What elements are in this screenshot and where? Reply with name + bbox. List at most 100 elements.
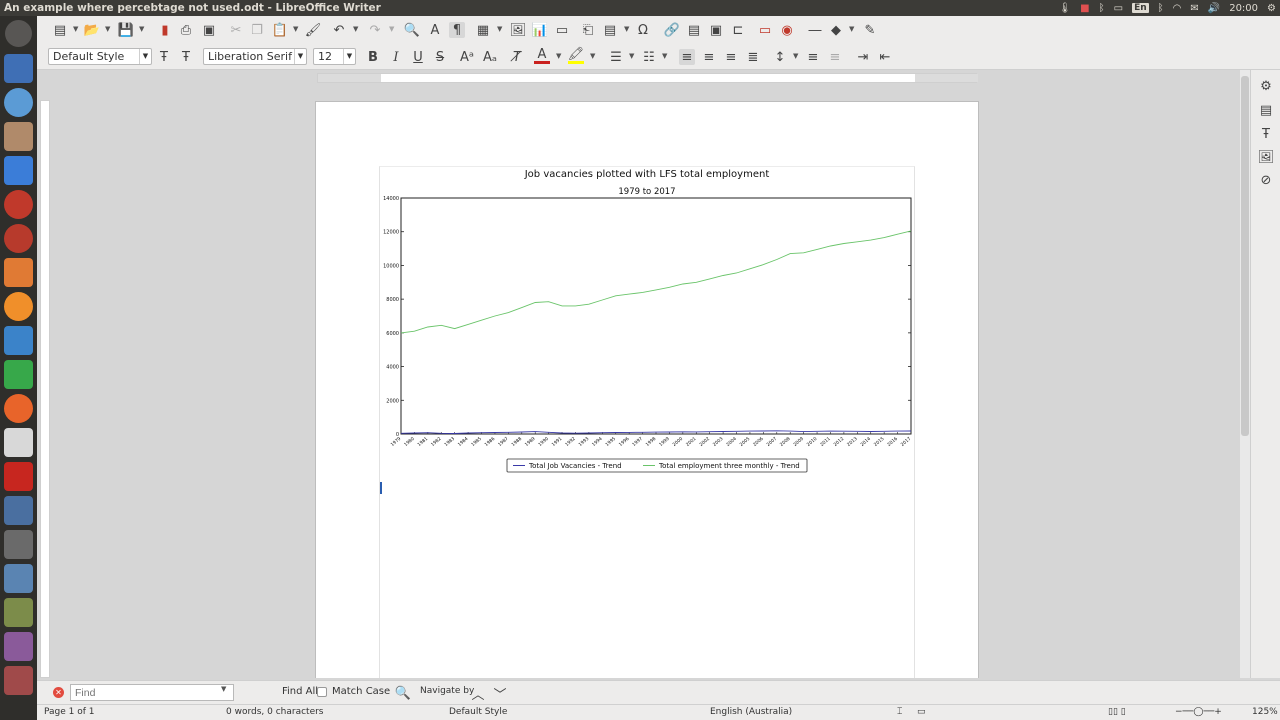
find-replace-icon[interactable]: 🔍 xyxy=(404,22,420,38)
scrollbar-thumb[interactable] xyxy=(1241,76,1249,436)
chevron-down-icon[interactable]: ▼ xyxy=(294,49,306,64)
dash-home-icon[interactable] xyxy=(5,20,32,47)
align-right-icon[interactable]: ≡ xyxy=(723,49,739,65)
properties-icon[interactable]: ▤ xyxy=(1258,102,1274,118)
paste-icon[interactable]: 📋 xyxy=(272,22,288,38)
document-page[interactable]: Job vacancies plotted with LFS total emp… xyxy=(315,101,979,678)
styles-icon[interactable]: Ŧ xyxy=(1258,126,1274,142)
copy-icon[interactable]: ❐ xyxy=(249,22,265,38)
clock[interactable]: 20:00 xyxy=(1229,3,1258,14)
insert-line-icon[interactable]: ― xyxy=(807,22,823,38)
blender-icon[interactable] xyxy=(4,292,33,321)
print-icon[interactable]: ⎙ xyxy=(178,22,194,38)
zoom-slider[interactable]: −──◯──+ xyxy=(1175,707,1222,717)
superscript-icon[interactable]: Aᵃ xyxy=(459,49,475,65)
thermometer-icon[interactable]: 🌡 xyxy=(1058,3,1071,14)
document-modified-icon[interactable]: ▭ xyxy=(917,707,926,717)
font-size-combo[interactable]: 12 ▼ xyxy=(313,48,356,65)
insert-textbox-icon[interactable]: ▭ xyxy=(554,22,570,38)
bluetooth-status-icon[interactable]: ᛒ xyxy=(1158,3,1164,14)
clone-formatting-icon[interactable]: 🖌 xyxy=(305,22,322,38)
track-changes-icon[interactable]: ◉ xyxy=(779,22,795,38)
find-next-icon[interactable]: ﹀ xyxy=(492,685,508,703)
paragraph-style-combo[interactable]: Default Style ▼ xyxy=(48,48,152,65)
mail-icon[interactable]: ✉ xyxy=(1190,3,1198,14)
monitor-icon[interactable]: ▭ xyxy=(1114,3,1123,14)
line-spacing-icon[interactable]: ↕ xyxy=(772,49,788,65)
page-style[interactable]: Default Style xyxy=(449,707,507,717)
formatting-marks-icon[interactable]: ¶ xyxy=(449,22,465,38)
embedded-chart[interactable]: Job vacancies plotted with LFS total emp… xyxy=(379,166,915,478)
firefox-icon[interactable] xyxy=(4,394,33,423)
chromium-icon[interactable] xyxy=(4,88,33,117)
increase-paragraph-spacing-icon[interactable]: ≡ xyxy=(805,49,821,65)
align-left-icon[interactable]: ≡ xyxy=(679,49,695,65)
find-input[interactable] xyxy=(70,684,234,701)
gallery-icon[interactable]: 🖼 xyxy=(1258,149,1275,165)
bold-icon[interactable]: B xyxy=(365,49,381,65)
network-app-icon[interactable] xyxy=(4,224,33,253)
vertical-ruler[interactable] xyxy=(40,100,50,678)
launcher-app-icon[interactable] xyxy=(4,496,33,525)
increase-indent-icon[interactable]: ⇥ xyxy=(855,49,871,65)
navigator-icon[interactable]: ⊘ xyxy=(1258,172,1274,188)
find-all-button[interactable]: Find All xyxy=(282,686,318,697)
wifi-icon[interactable]: ◠ xyxy=(1173,3,1182,14)
horizontal-ruler[interactable] xyxy=(317,73,978,83)
writer-icon[interactable] xyxy=(4,326,33,355)
zoom-level[interactable]: 125% xyxy=(1252,707,1278,717)
view-layout-icons[interactable]: ▯▯ ▯ xyxy=(1108,707,1126,717)
impress-icon[interactable] xyxy=(4,258,33,287)
navigate-by-button[interactable]: Navigate by xyxy=(420,686,474,696)
ordered-list-icon[interactable]: ☷ xyxy=(641,49,657,65)
update-style-icon[interactable]: Ŧ xyxy=(156,49,172,65)
hyperlink-icon[interactable]: 🔗 xyxy=(664,22,680,38)
comment-icon[interactable]: ▭ xyxy=(757,22,773,38)
font-color-icon[interactable]: A xyxy=(534,47,550,64)
keyboard-layout-indicator[interactable]: En xyxy=(1132,3,1149,13)
save-icon[interactable]: 💾 xyxy=(118,22,134,38)
align-center-icon[interactable]: ≡ xyxy=(701,49,717,65)
cut-icon[interactable]: ✂ xyxy=(228,22,244,38)
decrease-paragraph-spacing-icon[interactable]: ≡ xyxy=(827,49,843,65)
word-count[interactable]: 0 words, 0 characters xyxy=(226,707,324,717)
footnote-icon[interactable]: ▤ xyxy=(686,22,702,38)
calc-icon[interactable] xyxy=(4,360,33,389)
bluetooth-icon[interactable]: ᛒ xyxy=(1099,3,1105,14)
highlight-color-icon[interactable]: 🖍 xyxy=(568,47,584,64)
selection-mode-icon[interactable]: ⌶ xyxy=(897,707,902,717)
page-count[interactable]: Page 1 of 1 xyxy=(44,707,95,717)
network-app-icon[interactable] xyxy=(4,190,33,219)
unordered-list-icon[interactable]: ☰ xyxy=(608,49,624,65)
redo-icon[interactable]: ↷ xyxy=(367,22,383,38)
special-character-icon[interactable]: Ω xyxy=(635,22,651,38)
volume-icon[interactable]: 🔊 xyxy=(1208,3,1220,14)
chevron-down-icon[interactable]: ▼ xyxy=(221,685,226,693)
find-previous-icon[interactable]: ︿ xyxy=(470,685,486,703)
insert-table-icon[interactable]: ▦ xyxy=(475,22,491,38)
italic-icon[interactable]: I xyxy=(388,49,404,65)
strikethrough-icon[interactable]: S xyxy=(432,49,448,65)
justify-icon[interactable]: ≣ xyxy=(745,49,761,65)
launcher-app-icon[interactable] xyxy=(4,530,33,559)
sidebar-settings-icon[interactable]: ⚙ xyxy=(1258,78,1274,94)
print-preview-icon[interactable]: ▣ xyxy=(201,22,217,38)
clear-formatting-icon[interactable]: T̸ xyxy=(509,49,525,65)
new-style-icon[interactable]: Ŧ xyxy=(178,49,194,65)
camera-icon[interactable]: ■ xyxy=(1080,3,1089,14)
bookmark-icon[interactable]: ⊏ xyxy=(730,22,746,38)
underline-icon[interactable]: U xyxy=(410,49,426,65)
launcher-app-icon[interactable] xyxy=(4,632,33,661)
font-name-combo[interactable]: Liberation Serif ▼ xyxy=(203,48,307,65)
vertical-scrollbar[interactable] xyxy=(1240,70,1250,678)
launcher-app-icon[interactable] xyxy=(4,666,33,695)
match-case-checkbox[interactable] xyxy=(317,687,327,697)
undo-icon[interactable]: ↶ xyxy=(331,22,347,38)
chevron-down-icon[interactable]: ▼ xyxy=(139,49,151,64)
launcher-app-icon[interactable] xyxy=(4,156,33,185)
endnote-icon[interactable]: ▣ xyxy=(708,22,724,38)
insert-image-icon[interactable]: 🖼 xyxy=(510,22,527,38)
launcher-app-icon[interactable] xyxy=(4,598,33,627)
search-icon[interactable]: 🔍 xyxy=(395,685,411,701)
chevron-down-icon[interactable]: ▼ xyxy=(343,49,355,64)
